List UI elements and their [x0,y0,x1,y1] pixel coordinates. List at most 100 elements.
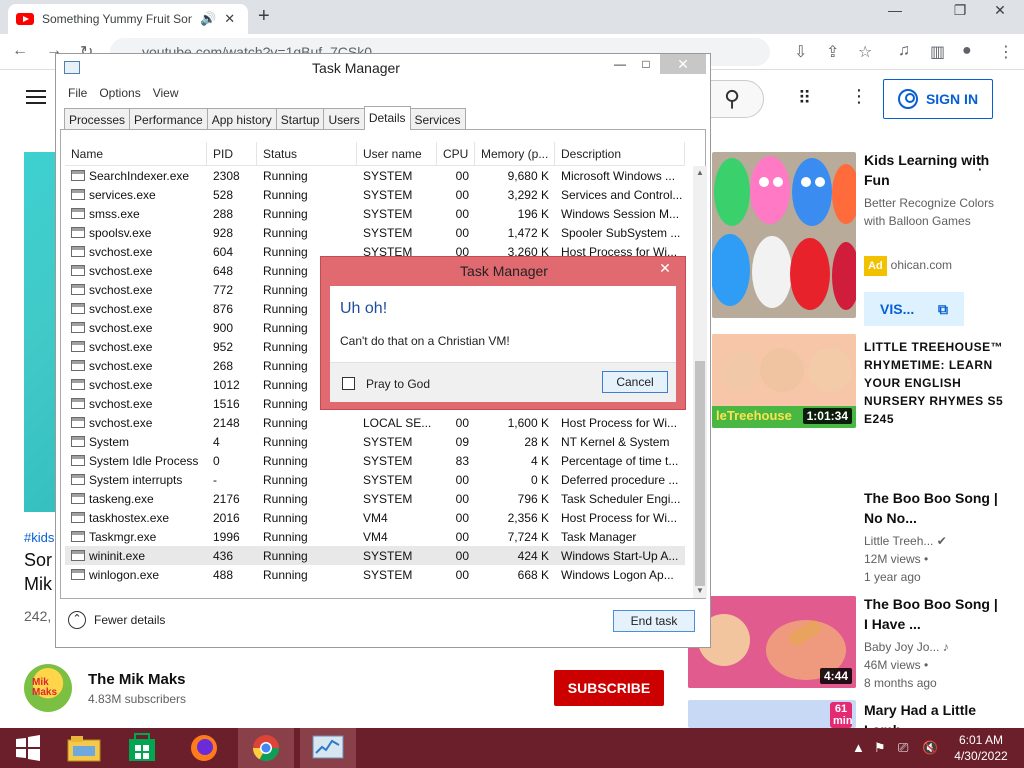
related-thumbnail-booboo[interactable]: 4:44 [688,596,856,688]
process-row[interactable]: spoolsv.exe 928 Running SYSTEM 00 1,472 K Spoo… [65,223,685,242]
related-title-3[interactable]: The Boo Boo Song | No No... [864,488,1004,528]
tab-close-icon[interactable]: ✕ [224,11,235,27]
process-memory: 3,292 K [507,187,549,202]
tray-overflow-icon[interactable]: ▲ [852,740,865,755]
side-panel-icon[interactable]: ▥ [930,42,945,62]
related-title-5[interactable]: Mary Had a Little Lamb... [864,700,1004,728]
process-row[interactable]: svchost.exe 2148 Running LOCAL SE... 00 1,600… [65,413,685,432]
visit-site-button[interactable]: VIS... ⧉ [864,292,964,326]
ad-line: Ad ohican.com [864,256,1004,276]
related-thumbnail-balloons[interactable] [712,152,856,318]
process-row[interactable]: services.exe 528 Running SYSTEM 00 3,292 K Ser… [65,185,685,204]
pray-checkbox-label[interactable]: Pray to God [366,377,430,391]
firefox-button[interactable] [176,728,232,768]
window-close-icon[interactable]: ✕ [985,2,1015,19]
network-icon[interactable]: ⎚ [898,740,908,756]
dialog-close-icon[interactable]: ✕ [651,259,679,277]
scrollbar-thumb[interactable] [695,361,705,586]
chrome-button[interactable] [238,728,294,768]
action-center-flag-icon[interactable]: ⚑ [874,740,886,756]
process-pid: 648 [213,263,234,278]
column-memory[interactable]: Memory (p... [475,142,555,165]
column-pid[interactable]: PID [207,142,257,165]
related-thumbnail-mary[interactable]: 61 min [688,700,856,728]
tab-performance[interactable]: Performance [129,108,208,130]
process-pid: 2176 [213,491,240,506]
back-icon[interactable]: ← [12,42,28,60]
media-controls-icon[interactable]: ♫ [898,42,910,60]
task-manager-taskbar-button[interactable] [300,728,356,768]
process-row[interactable]: winlogon.exe 488 Running SYSTEM 00 668 K Windo… [65,565,685,584]
file-explorer-button[interactable] [56,728,112,768]
volume-muted-icon[interactable]: 🔇 [922,740,938,756]
menu-options[interactable]: Options [93,84,146,104]
tm-close-icon[interactable]: ✕ [660,54,706,74]
column-user-name[interactable]: User name [357,142,437,165]
profile-icon[interactable]: ● [962,42,972,60]
share-icon[interactable]: ⇪ [826,42,839,62]
fewer-details-link[interactable]: Fewer details [94,613,165,627]
process-row[interactable]: taskeng.exe 2176 Running SYSTEM 00 796 K Task … [65,489,685,508]
process-row[interactable]: System 4 Running SYSTEM 09 28 K NT Kernel & Sy… [65,432,685,451]
tab-details[interactable]: Details [363,106,411,130]
store-button[interactable] [114,728,170,768]
task-manager-titlebar[interactable]: Task Manager — □ ✕ [56,54,710,82]
process-row[interactable]: System interrupts - Running SYSTEM 00 0 K Defe… [65,470,685,489]
process-row[interactable]: SearchIndexer.exe 2308 Running SYSTEM 00 9,68… [65,166,685,185]
process-table-scrollbar[interactable]: ▲ ▼ [693,166,707,598]
process-icon [71,454,85,466]
video-hashtag[interactable]: #kids [24,530,54,545]
process-row[interactable]: Taskmgr.exe 1996 Running VM4 00 7,724 K Task M… [65,527,685,546]
process-description: Host Process for Wi... [561,415,678,430]
start-button[interactable] [0,728,56,768]
speaker-icon[interactable]: 🔊 [200,11,216,27]
new-tab-icon[interactable]: + [258,5,270,28]
bookmark-star-icon[interactable]: ☆ [858,42,872,62]
cancel-button[interactable]: Cancel [602,371,668,393]
more-actions-icon[interactable]: ⋮ [972,154,988,174]
chrome-menu-icon[interactable]: ⋮ [998,42,1014,62]
channel-avatar[interactable]: Mik Maks [24,664,72,712]
tab-startup[interactable]: Startup [275,108,325,130]
process-status: Running [263,225,308,240]
end-task-button[interactable]: End task [613,610,695,632]
scroll-up-icon[interactable]: ▲ [696,168,704,177]
process-memory: 196 K [517,206,549,221]
pray-checkbox[interactable] [342,377,355,390]
related-title-4[interactable]: The Boo Boo Song | I Have ... [864,594,1004,634]
process-memory: 4 K [530,453,549,468]
menu-file[interactable]: File [62,84,93,104]
sign-in-button[interactable]: SIGN IN [883,79,993,119]
system-clock[interactable]: 6:01 AM 4/30/2022 [950,732,1012,764]
scroll-down-icon[interactable]: ▼ [696,586,704,595]
channel-name[interactable]: The Mik Maks [88,671,186,688]
apps-grid-icon[interactable]: ⠿ [798,88,811,109]
process-row[interactable]: taskhostex.exe 2016 Running VM4 00 2,356 K Hos… [65,508,685,527]
process-row[interactable]: System Idle Process 0 Running SYSTEM 83 4 K Pe… [65,451,685,470]
column-cpu[interactable]: CPU [437,142,475,165]
tab-processes[interactable]: Processes [64,108,131,130]
more-options-icon[interactable]: ⋮ [850,86,868,107]
tm-minimize-icon[interactable]: — [606,54,634,74]
process-icon [71,511,85,523]
tm-maximize-icon[interactable]: □ [632,54,660,74]
minimize-icon[interactable]: — [880,2,910,18]
column-name[interactable]: Name [65,142,207,165]
process-row[interactable]: smss.exe 288 Running SYSTEM 00 196 K Windows S… [65,204,685,223]
collapse-chevron-icon[interactable]: ⌃ [68,611,86,629]
process-row[interactable]: wininit.exe 436 Running SYSTEM 00 424 K Window… [65,546,685,565]
browser-tab[interactable]: Something Yummy Fruit Son 🔊 ✕ [8,4,248,34]
subscribe-button[interactable]: SUBSCRIBE [554,670,664,706]
install-icon[interactable]: ⇩ [794,42,807,62]
tab-users[interactable]: Users [323,108,365,130]
related-thumbnail-treehouse[interactable]: leTreehouse 1:01:34 [712,334,856,428]
menu-view[interactable]: View [147,84,185,104]
hamburger-menu-icon[interactable] [26,90,46,104]
column-description[interactable]: Description [555,142,685,165]
restore-icon[interactable]: ❐ [945,2,975,19]
column-status[interactable]: Status [257,142,357,165]
related-title-2[interactable]: LITTLE TREEHOUSE™ RHYMETIME: LEARN YOUR … [864,338,1004,428]
process-name-text: svchost.exe [89,415,153,430]
tab-services[interactable]: Services [409,108,466,130]
tab-app-history[interactable]: App history [206,108,277,130]
